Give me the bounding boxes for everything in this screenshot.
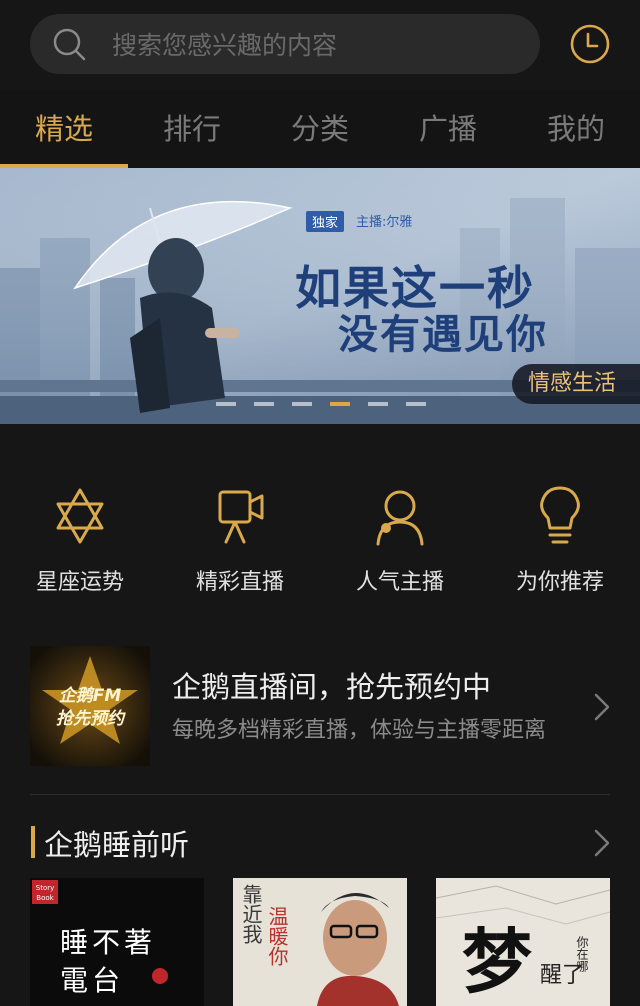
album-cover: 靠近我 温暖你 [233, 878, 407, 1006]
promo-thumb-text-1: 企鹅FM [59, 686, 122, 706]
card-text-2: 電台 [60, 964, 124, 997]
carousel-dot[interactable] [292, 402, 312, 406]
banner-title-line2: 没有遇见你 [338, 311, 548, 358]
entry-label: 人气主播 [355, 570, 444, 595]
banner-category-tag: 情感生活 [512, 364, 640, 404]
album-card[interactable]: 梦 醒了 你在哪 [436, 878, 610, 1006]
entry-horoscope[interactable]: 星座运势 [0, 424, 160, 624]
search-icon [53, 28, 86, 61]
banner-host: 主播:尔雅 [356, 215, 413, 230]
album-card[interactable]: 靠近我 温暖你 [233, 878, 407, 1006]
carousel-dots [0, 402, 640, 408]
card-big-char: 梦 [462, 920, 532, 1003]
album-cover: 梦 醒了 你在哪 [436, 878, 610, 1006]
section-title: 企鹅睡前听 [44, 828, 190, 862]
entry-label: 为你推荐 [515, 570, 604, 595]
entry-popular-hosts[interactable]: 人气主播 [320, 424, 480, 624]
carousel-dot[interactable] [254, 402, 274, 406]
promo-subtitle: 每晚多档精彩直播，体验与主播零距离 [172, 718, 547, 743]
divider [30, 794, 610, 795]
top-bar [0, 0, 640, 90]
entry-live[interactable]: 精彩直播 [160, 424, 320, 624]
carousel-dot-active[interactable] [330, 402, 350, 406]
entry-recommend[interactable]: 为你推荐 [480, 424, 640, 624]
search-bar[interactable] [30, 14, 540, 76]
tab-mine[interactable]: 我的 [512, 90, 640, 168]
carousel-dot[interactable] [368, 402, 388, 406]
live-reservation-promo[interactable]: 企鹅FM 抢先预约 企鹅直播间，抢先预约中 每晚多档精彩直播，体验与主播零距离 [30, 646, 610, 766]
album-cover: Story Book 睡不著 電台 [30, 878, 204, 1006]
carousel-dot[interactable] [216, 402, 236, 406]
story-badge-1: Story [36, 884, 55, 892]
tab-bar: 精选 排行 分类 广播 我的 [0, 90, 640, 168]
tab-featured[interactable]: 精选 [0, 90, 128, 168]
tab-broadcast[interactable]: 广播 [384, 90, 512, 168]
tab-category[interactable]: 分类 [256, 90, 384, 168]
card-text-col-2: 温暖你 [265, 906, 289, 966]
star-of-david-icon [56, 488, 104, 544]
banner-carousel[interactable]: 独家 主播:尔雅 如果这一秒 没有遇见你 情感生活 [0, 168, 640, 424]
exclusive-badge: 独家 [306, 211, 345, 232]
person-icon [376, 490, 424, 546]
tab-ranking[interactable]: 排行 [128, 90, 256, 168]
card-text-col-1: 靠近我 [239, 884, 263, 944]
section-accent-bar [31, 826, 35, 858]
section-more-chevron-icon[interactable] [592, 828, 612, 858]
carousel-dot[interactable] [406, 402, 426, 406]
search-input[interactable] [110, 14, 514, 76]
promo-thumb-text-2: 抢先预约 [56, 709, 126, 729]
lightbulb-icon [540, 486, 580, 544]
promo-thumbnail: 企鹅FM 抢先预约 [30, 646, 150, 766]
card-text-1: 睡不著 [60, 926, 156, 959]
entry-label: 精彩直播 [195, 570, 284, 595]
entry-label: 星座运势 [35, 570, 124, 595]
album-card[interactable]: Story Book 睡不著 電台 [30, 878, 204, 1006]
video-camera-icon [218, 490, 264, 544]
clock-icon[interactable] [569, 23, 611, 65]
chevron-right-icon [594, 693, 610, 721]
card-text-2: 你在哪 [575, 936, 589, 973]
promo-title: 企鹅直播间，抢先预约中 [172, 670, 492, 704]
quick-entry-grid: 星座运势 精彩直播 人气主播 为你推荐 [0, 424, 640, 624]
story-badge-2: Book [36, 894, 54, 902]
